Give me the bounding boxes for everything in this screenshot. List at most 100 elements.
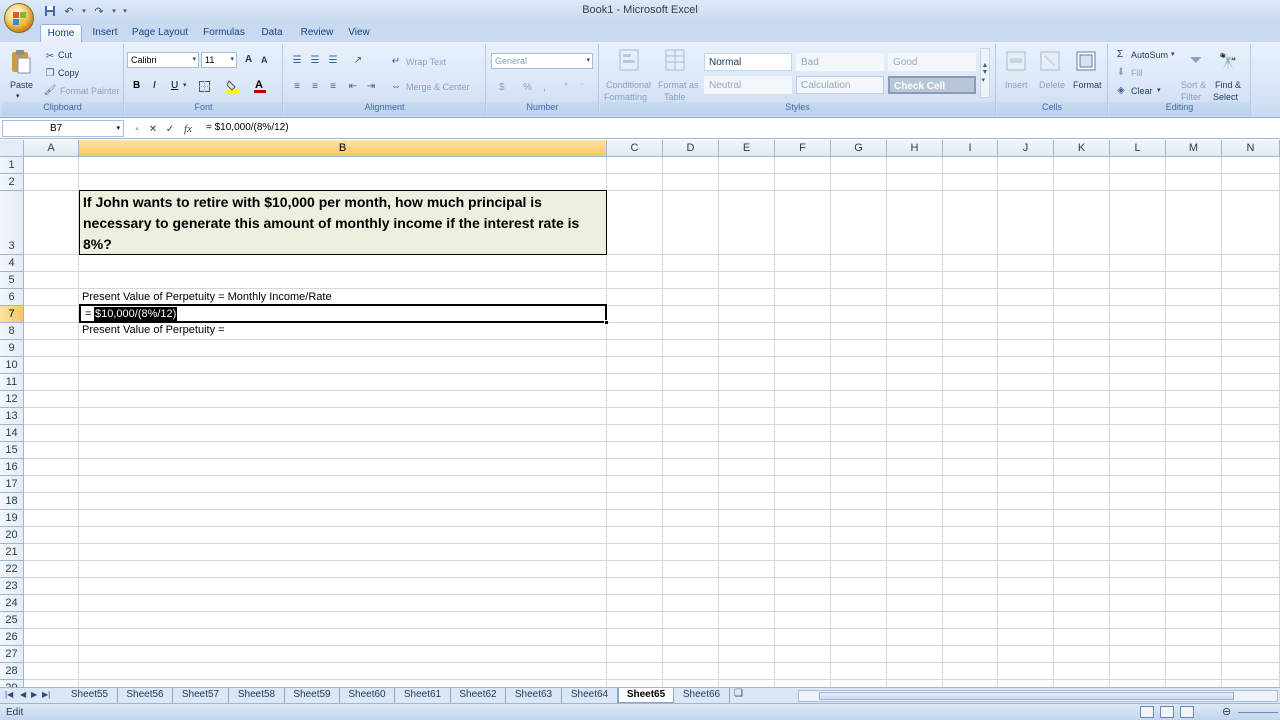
column-header-f[interactable]: F (775, 140, 831, 157)
prev-sheet-icon[interactable]: ◀ (20, 690, 26, 699)
autosum-dropdown-icon[interactable]: ▾ (1171, 50, 1175, 58)
row-header-1[interactable]: 1 (0, 157, 24, 174)
column-header-b[interactable]: B (79, 140, 607, 157)
cut-icon[interactable]: ✂ (44, 50, 56, 62)
decrease-indent-icon[interactable]: ⇤ (346, 80, 360, 92)
row-header-26[interactable]: 26 (0, 629, 24, 646)
format-as-table-label-2[interactable]: Table (664, 92, 686, 102)
column-header-n[interactable]: N (1222, 140, 1280, 157)
styles-scroll-icon[interactable]: ▲ ▼ ▾ (980, 48, 990, 98)
row-header-2[interactable]: 2 (0, 174, 24, 191)
align-right-icon[interactable]: ≡ (326, 80, 340, 92)
row-header-16[interactable]: 16 (0, 459, 24, 476)
page-break-view-icon[interactable] (1180, 706, 1194, 718)
style-neutral[interactable]: Neutral (704, 76, 792, 94)
style-bad[interactable]: Bad (796, 53, 884, 71)
align-middle-icon[interactable]: ☰ (308, 54, 322, 66)
tab-home[interactable]: Home (40, 24, 82, 42)
sort-filter-label-1[interactable]: Sort & (1181, 80, 1206, 90)
row-header-21[interactable]: 21 (0, 544, 24, 561)
fill-handle[interactable] (604, 320, 609, 325)
cell-b6[interactable]: Present Value of Perpetuity = Monthly In… (82, 291, 332, 303)
row-header-7[interactable]: 7 (0, 306, 24, 323)
column-header-a[interactable]: A (24, 140, 79, 157)
row-header-9[interactable]: 9 (0, 340, 24, 357)
conditional-formatting-icon[interactable] (618, 48, 640, 72)
currency-button[interactable]: $ (499, 82, 505, 93)
column-header-h[interactable]: H (887, 140, 943, 157)
style-check-cell[interactable]: Check Cell (888, 76, 976, 94)
normal-view-icon[interactable] (1140, 706, 1154, 718)
row-header-6[interactable]: 6 (0, 289, 24, 306)
paste-dropdown-icon[interactable]: ▾ (16, 92, 20, 100)
horizontal-scroll-thumb[interactable] (819, 692, 1234, 700)
conditional-formatting-label-2[interactable]: Formatting (604, 92, 647, 102)
copy-button[interactable]: Copy (58, 68, 79, 78)
autosum-icon[interactable]: Σ (1117, 49, 1123, 60)
row-header-14[interactable]: 14 (0, 425, 24, 442)
column-header-g[interactable]: G (831, 140, 887, 157)
formula-bar-expand-icon[interactable]: ◦ (130, 122, 144, 136)
horizontal-scrollbar[interactable] (798, 690, 1278, 702)
row-header-5[interactable]: 5 (0, 272, 24, 289)
row-header-11[interactable]: 11 (0, 374, 24, 391)
tab-review[interactable]: Review (296, 24, 338, 42)
row-header-20[interactable]: 20 (0, 527, 24, 544)
column-header-d[interactable]: D (663, 140, 719, 157)
row-header-23[interactable]: 23 (0, 578, 24, 595)
fill-color-icon[interactable] (225, 79, 241, 93)
row-header-17[interactable]: 17 (0, 476, 24, 493)
insert-sheet-icon[interactable]: ❏ (734, 688, 743, 699)
find-select-label-1[interactable]: Find & (1215, 80, 1241, 90)
bold-button[interactable]: B (133, 80, 140, 91)
enter-entry-icon[interactable]: ✓ (163, 122, 177, 136)
sheet-tab-sheet57[interactable]: Sheet57 (173, 688, 229, 703)
clear-dropdown-icon[interactable]: ▾ (1157, 86, 1161, 94)
zoom-out-icon[interactable]: ⊖ (1222, 705, 1231, 718)
formula-input[interactable]: = $10,000/(8%/12) (206, 122, 289, 133)
column-header-c[interactable]: C (607, 140, 663, 157)
paste-button[interactable]: Paste (10, 80, 33, 90)
row-header-8[interactable]: 8 (0, 323, 24, 340)
font-name-combo[interactable]: Calibri ▾ (127, 52, 199, 68)
column-header-i[interactable]: I (943, 140, 998, 157)
fill-button[interactable]: Fill (1131, 68, 1143, 78)
row-header-3[interactable]: 3 (0, 191, 24, 255)
row-header-18[interactable]: 18 (0, 493, 24, 510)
fill-icon[interactable]: ⬇ (1115, 66, 1127, 78)
borders-icon[interactable] (197, 79, 211, 93)
merge-center-icon[interactable]: ⇔ (390, 80, 402, 92)
tab-view[interactable]: View (344, 24, 374, 42)
increase-indent-icon[interactable]: ⇥ (364, 80, 378, 92)
sheet-tab-sheet66[interactable]: Sheet66 (674, 688, 730, 703)
align-top-icon[interactable]: ☰ (290, 54, 304, 66)
clear-button[interactable]: Clear (1131, 86, 1153, 96)
format-painter-icon[interactable]: 🖌 (44, 84, 57, 96)
row-header-22[interactable]: 22 (0, 561, 24, 578)
sheet-tab-sheet60[interactable]: Sheet60 (340, 688, 395, 703)
row-header-25[interactable]: 25 (0, 612, 24, 629)
merge-center-button[interactable]: Merge & Center (406, 82, 470, 92)
cell-b3[interactable]: If John wants to retire with $10,000 per… (79, 190, 607, 255)
sheet-tab-sheet63[interactable]: Sheet63 (506, 688, 562, 703)
format-cells-icon[interactable] (1075, 50, 1097, 72)
increase-decimal-icon[interactable]: ⁺ (559, 80, 573, 92)
column-header-l[interactable]: L (1110, 140, 1166, 157)
wrap-text-icon[interactable]: ↵ (390, 55, 402, 67)
next-sheet-icon[interactable]: ▶ (31, 690, 37, 699)
style-normal[interactable]: Normal (704, 53, 792, 71)
font-size-combo[interactable]: 11 ▾ (201, 52, 237, 68)
insert-cells-button[interactable]: Insert (1005, 80, 1028, 90)
style-calculation[interactable]: Calculation (796, 76, 884, 94)
tab-insert[interactable]: Insert (86, 24, 124, 42)
grow-font-button[interactable]: A (245, 54, 252, 65)
name-box[interactable]: B7 ▾ (2, 120, 124, 137)
clear-icon[interactable]: ◈ (1115, 84, 1127, 96)
italic-button[interactable]: I (153, 80, 156, 91)
sheet-tab-sheet55[interactable]: Sheet55 (62, 688, 118, 703)
style-good[interactable]: Good (888, 53, 976, 71)
cancel-entry-icon[interactable]: ✕ (146, 122, 160, 136)
first-sheet-icon[interactable]: |◀ (5, 690, 13, 699)
tab-formulas[interactable]: Formulas (198, 24, 250, 42)
row-header-12[interactable]: 12 (0, 391, 24, 408)
